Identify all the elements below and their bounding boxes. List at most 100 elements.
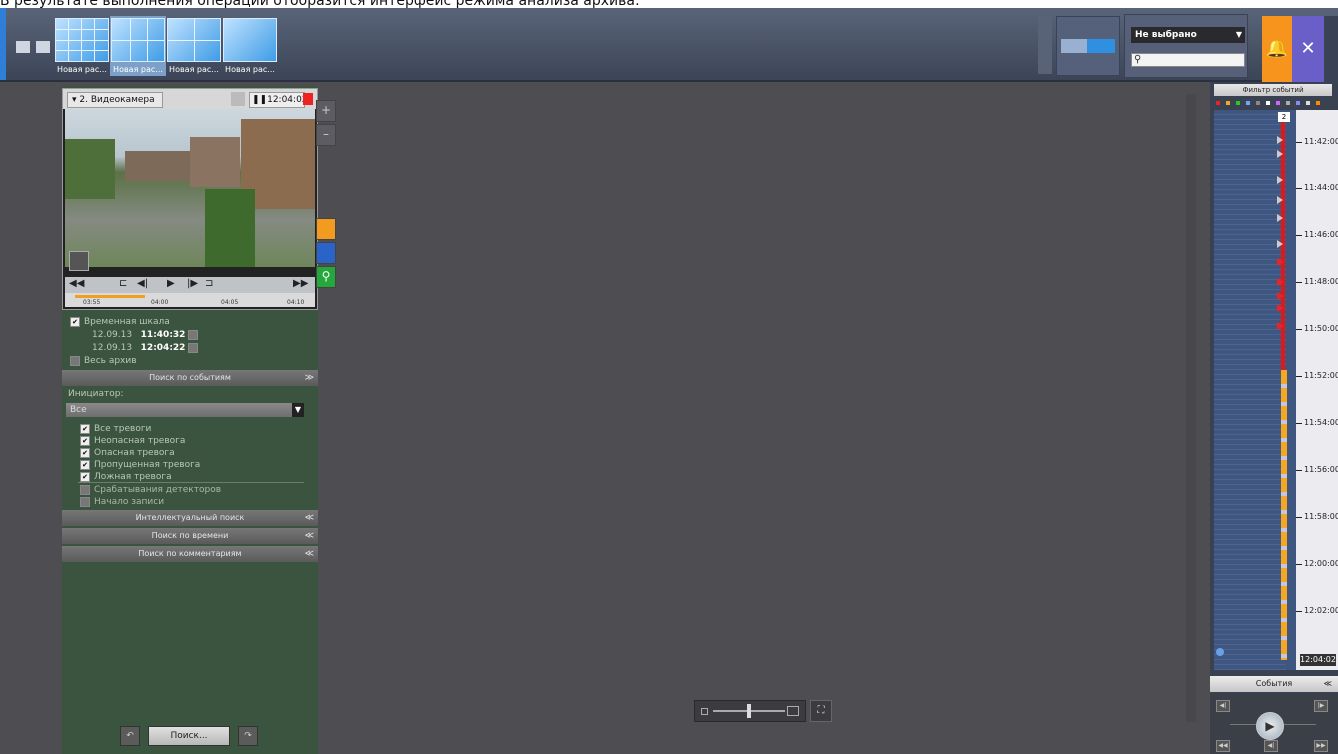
time-scale[interactable]: 11:42:00 11:44:00 11:46:00 11:48:00 11:5… bbox=[1296, 110, 1338, 670]
center-scrollbar[interactable] bbox=[1186, 94, 1196, 722]
grid-view-icon[interactable] bbox=[16, 41, 30, 53]
current-time-marker: 12:04:02 bbox=[1300, 654, 1336, 666]
filter-checkbox[interactable] bbox=[80, 496, 90, 507]
layout-label: Новая рас... bbox=[169, 65, 219, 74]
alarm-flag-icon[interactable] bbox=[1277, 304, 1284, 312]
undo-icon[interactable]: ↶ bbox=[120, 726, 140, 746]
layouts-scrollbar[interactable] bbox=[1038, 16, 1052, 74]
timeline-checkbox[interactable]: ✔ bbox=[70, 316, 80, 327]
event-flag-icon[interactable] bbox=[1277, 196, 1283, 204]
comment-search-header[interactable]: Поиск по комментариям ≪ bbox=[62, 546, 318, 562]
window-controls[interactable] bbox=[1324, 16, 1338, 82]
layout-tile-2[interactable]: Новая рас... bbox=[110, 16, 166, 76]
alarm-flag-icon[interactable] bbox=[1277, 292, 1284, 300]
play-button[interactable]: ▶ bbox=[167, 278, 175, 289]
step-back-button[interactable]: ◀| bbox=[137, 278, 148, 289]
playback-controls: ◀◀ ⊏ ◀| ▶ |▶ ⊐ ▶▶ bbox=[65, 277, 315, 293]
fit-screen-icon[interactable]: ⛶ bbox=[810, 700, 832, 722]
layout-label: Новая рас... bbox=[225, 65, 275, 74]
slider-handle[interactable] bbox=[747, 704, 751, 718]
filter-checkbox[interactable]: ✔ bbox=[80, 423, 90, 434]
rewind-button[interactable]: ◀◀ bbox=[69, 278, 84, 289]
layout-label: Новая рас... bbox=[57, 65, 107, 74]
mini-timeline[interactable]: 03:55 04:00 04:05 04:10 bbox=[65, 293, 315, 307]
search-input[interactable]: ⚲ bbox=[1131, 53, 1245, 67]
play-button[interactable]: ▶ bbox=[1256, 712, 1284, 740]
camera-viewer[interactable]: ▾ 2. Видеокамера ❚❚12:04:02 ◀◀ ⊏ ◀| ▶ |▶… bbox=[62, 88, 318, 310]
time-search-header[interactable]: Поиск по времени ≪ bbox=[62, 528, 318, 544]
zoom-in-button[interactable]: + bbox=[316, 100, 336, 122]
section-title: Интеллектуальный поиск bbox=[135, 513, 245, 522]
zoom-out-button[interactable]: – bbox=[316, 124, 336, 146]
alarm-button[interactable]: 🔔 bbox=[1262, 16, 1292, 82]
tick-label: 04:05 bbox=[221, 299, 239, 306]
left-edge-accent bbox=[0, 8, 6, 80]
frame-forward-button[interactable]: ⊐ bbox=[205, 278, 213, 289]
event-flag-icon[interactable] bbox=[1277, 240, 1283, 248]
alarm-flag-icon[interactable] bbox=[1277, 258, 1284, 266]
prev-event-button[interactable]: ◀| bbox=[1216, 700, 1230, 712]
event-filter-button[interactable]: Фильтр событий bbox=[1214, 84, 1332, 96]
bookmark-icon[interactable] bbox=[69, 251, 89, 271]
edit-icon[interactable] bbox=[231, 92, 245, 106]
filter-checkbox[interactable]: ✔ bbox=[80, 447, 90, 458]
rewind-button[interactable]: ◀◀ bbox=[1216, 740, 1230, 752]
event-flag-icon[interactable] bbox=[1277, 150, 1283, 158]
chevron-down-icon: ≫ bbox=[304, 373, 314, 383]
next-event-button[interactable]: |▶ bbox=[1314, 700, 1328, 712]
zoom-large-icon bbox=[787, 706, 799, 716]
bell-icon: 🔔 bbox=[1265, 38, 1289, 59]
export-tab-icon[interactable] bbox=[316, 242, 336, 264]
layout-tile-1[interactable]: Новая рас... bbox=[54, 16, 110, 76]
time-label: 11:44:00 bbox=[1304, 183, 1338, 192]
filter-checkbox[interactable]: ✔ bbox=[80, 471, 90, 482]
section-title: Поиск по комментариям bbox=[138, 549, 242, 558]
settings-button[interactable]: ✕ bbox=[1292, 16, 1324, 82]
selector-dropdown[interactable]: Не выбрано bbox=[1131, 27, 1235, 43]
layout-tile-4[interactable]: Новая рас... bbox=[222, 16, 278, 76]
alarm-flag-icon[interactable] bbox=[1277, 322, 1284, 330]
tick bbox=[1296, 188, 1302, 189]
filter-label: Пропущенная тревога bbox=[94, 460, 201, 470]
search-button[interactable]: Поиск... bbox=[148, 726, 230, 746]
smart-search-header[interactable]: Интеллектуальный поиск ≪ bbox=[62, 510, 318, 526]
filter-checkbox[interactable]: ✔ bbox=[80, 459, 90, 470]
redo-icon[interactable]: ↷ bbox=[238, 726, 258, 746]
speed-button[interactable]: ◀| bbox=[1264, 740, 1278, 752]
chevron-down-icon[interactable]: ▼ bbox=[1233, 27, 1245, 43]
recording-bar[interactable] bbox=[1281, 370, 1287, 660]
step-forward-button[interactable]: |▶ bbox=[187, 278, 198, 289]
camera-group-switch[interactable] bbox=[1056, 16, 1120, 76]
fast-forward-button[interactable]: ▶▶ bbox=[293, 278, 308, 289]
initiator-select[interactable]: Все ▼ bbox=[66, 403, 304, 417]
zoom-slider[interactable] bbox=[694, 700, 806, 722]
camera-select[interactable]: ▾ 2. Видеокамера bbox=[67, 92, 163, 108]
start-calendar-icon[interactable] bbox=[188, 329, 199, 340]
frame-back-button[interactable]: ⊏ bbox=[119, 278, 127, 289]
start-date: 12.09.13 bbox=[92, 330, 133, 340]
filter-checkbox[interactable]: ✔ bbox=[80, 435, 90, 446]
events-search-header[interactable]: Поиск по событиям ≫ bbox=[62, 370, 318, 386]
tick bbox=[1296, 282, 1302, 283]
event-type-filters[interactable] bbox=[1214, 100, 1332, 108]
info-dot-icon[interactable] bbox=[1216, 648, 1224, 656]
start-time[interactable]: 11:40:32 bbox=[141, 330, 186, 340]
end-calendar-icon[interactable] bbox=[188, 342, 199, 353]
group-option-2[interactable] bbox=[1087, 39, 1115, 53]
layout-tile-3[interactable]: Новая рас... bbox=[166, 16, 222, 76]
event-flag-icon[interactable] bbox=[1277, 214, 1283, 222]
list-view-icon[interactable] bbox=[36, 41, 50, 53]
filter-checkbox[interactable] bbox=[80, 484, 90, 495]
end-time[interactable]: 12:04:22 bbox=[141, 343, 186, 353]
fast-forward-button[interactable]: ▶▶ bbox=[1314, 740, 1328, 752]
timeline-grid bbox=[1214, 110, 1286, 670]
selector-box: Не выбрано ▼ ⚲ bbox=[1124, 14, 1248, 78]
event-flag-icon[interactable] bbox=[1277, 136, 1283, 144]
whole-archive-checkbox[interactable] bbox=[70, 355, 80, 366]
search-icon[interactable]: ⚲ bbox=[316, 266, 336, 288]
event-flag-icon[interactable] bbox=[1277, 176, 1283, 184]
group-option-1[interactable] bbox=[1061, 39, 1089, 53]
archive-tab-icon[interactable] bbox=[316, 218, 336, 240]
events-header[interactable]: События ≪ bbox=[1210, 676, 1338, 692]
alarm-flag-icon[interactable] bbox=[1277, 278, 1284, 286]
